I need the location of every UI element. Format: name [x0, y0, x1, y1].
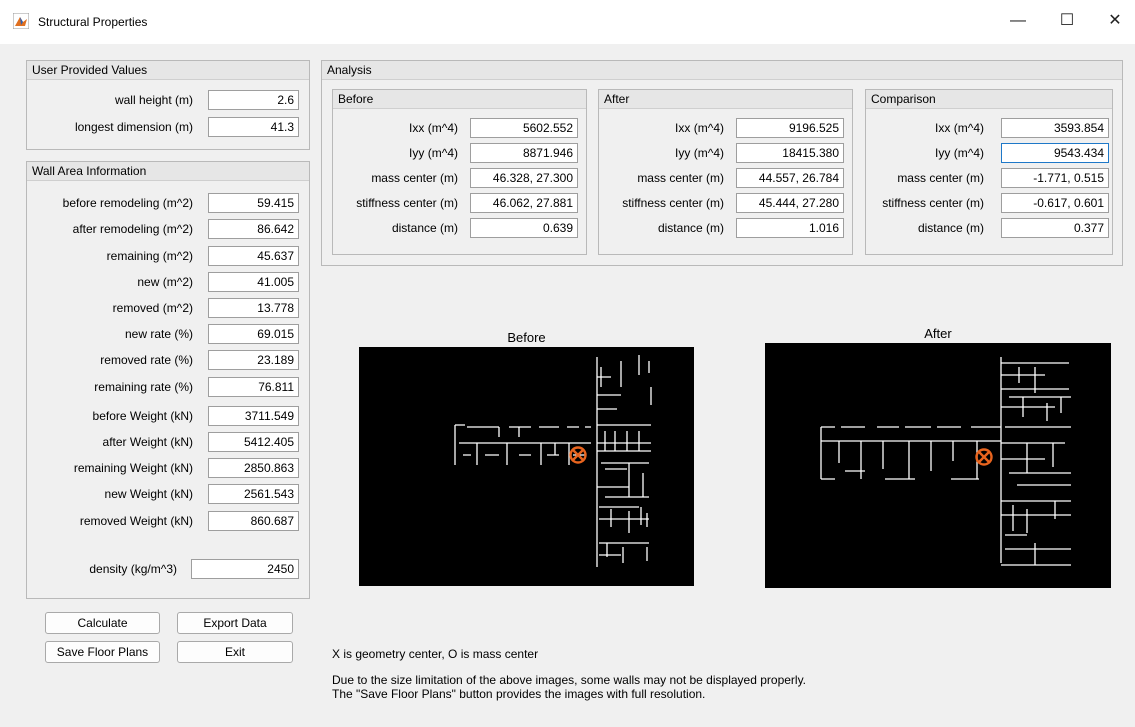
after-floor-plan [765, 343, 1111, 588]
wall-area-field[interactable]: 860.687 [208, 511, 299, 531]
title-bar: Structural Properties — ☐ ✕ [0, 0, 1135, 44]
wall-area-label: new Weight (kN) [104, 487, 193, 501]
iyy-field[interactable]: 9543.434 [1001, 143, 1109, 163]
wall-area-panel: Wall Area Information before remodeling … [26, 161, 310, 599]
longest-dimension-field[interactable]: 41.3 [208, 117, 299, 137]
mass-center-field[interactable]: 44.557, 26.784 [736, 168, 844, 188]
legend-note: X is geometry center, O is mass center [332, 647, 539, 661]
wall-area-label: new (m^2) [137, 275, 193, 289]
wall-area-label: removed (m^2) [112, 301, 193, 315]
stiffness-center-label: stiffness center (m) [356, 196, 458, 210]
wall-area-label: after Weight (kN) [102, 435, 193, 449]
density-label: density (kg/m^3) [89, 562, 177, 576]
analysis-panel: Analysis Before Ixx (m^4) 5602.552 Iyy (… [321, 60, 1123, 266]
ixx-label: Ixx (m^4) [675, 121, 724, 135]
ixx-field[interactable]: 9196.525 [736, 118, 844, 138]
iyy-field[interactable]: 18415.380 [736, 143, 844, 163]
wall-area-field[interactable]: 76.811 [208, 377, 299, 397]
iyy-label: Iyy (m^4) [409, 146, 458, 160]
resolution-note-line2: The "Save Floor Plans" button provides t… [332, 687, 706, 701]
ixx-field[interactable]: 5602.552 [470, 118, 578, 138]
before-plot-title: Before [507, 330, 546, 345]
panel-title: Wall Area Information [27, 162, 309, 181]
group-title: Before [333, 90, 586, 109]
longest-dimension-label: longest dimension (m) [74, 120, 193, 134]
wall-area-field[interactable]: 2850.863 [208, 458, 299, 478]
wall-area-label: removed Weight (kN) [79, 514, 193, 528]
group-title: Comparison [866, 90, 1112, 109]
before-floor-plan-drawing [454, 355, 652, 567]
wall-area-field[interactable]: 2561.543 [208, 484, 299, 504]
wall-area-field[interactable]: 13.778 [208, 298, 299, 318]
panel-title: Analysis [322, 61, 1122, 80]
center-marker [975, 448, 993, 466]
calculate-button[interactable]: Calculate [45, 612, 160, 634]
wall-area-label: before Weight (kN) [92, 409, 193, 423]
stiffness-center-label: stiffness center (m) [882, 196, 984, 210]
wall-area-label: removed rate (%) [100, 353, 193, 367]
stiffness-center-field[interactable]: 46.062, 27.881 [470, 193, 578, 213]
distance-label: distance (m) [391, 221, 458, 235]
mass-center-label: mass center (m) [637, 171, 724, 185]
matlab-app-icon [12, 12, 30, 30]
iyy-field[interactable]: 8871.946 [470, 143, 578, 163]
wall-area-field[interactable]: 41.005 [208, 272, 299, 292]
after-plot-title: After [924, 326, 952, 341]
panel-title: User Provided Values [27, 61, 309, 80]
stiffness-center-field[interactable]: -0.617, 0.601 [1001, 193, 1109, 213]
wall-area-label: new rate (%) [124, 327, 193, 341]
wall-area-field[interactable]: 45.637 [208, 246, 299, 266]
wall-area-field[interactable]: 69.015 [208, 324, 299, 344]
stiffness-center-field[interactable]: 45.444, 27.280 [736, 193, 844, 213]
exit-button[interactable]: Exit [177, 641, 293, 663]
wall-height-label: wall height (m) [114, 93, 193, 107]
ixx-label: Ixx (m^4) [935, 121, 984, 135]
wall-area-label: remaining (m^2) [106, 249, 193, 263]
analysis-comparison-group: Comparison Ixx (m^4) 3593.854 Iyy (m^4) … [865, 89, 1113, 255]
window-title: Structural Properties [38, 15, 148, 29]
distance-field[interactable]: 0.377 [1001, 218, 1109, 238]
wall-area-field[interactable]: 59.415 [208, 193, 299, 213]
wall-area-label: remaining rate (%) [94, 380, 193, 394]
ixx-field[interactable]: 3593.854 [1001, 118, 1109, 138]
wall-height-field[interactable]: 2.6 [208, 90, 299, 110]
resolution-note-line1: Due to the size limitation of the above … [332, 673, 807, 687]
wall-area-label: remaining Weight (kN) [73, 461, 193, 475]
analysis-before-group: Before Ixx (m^4) 5602.552 Iyy (m^4) 8871… [332, 89, 587, 255]
density-field[interactable]: 2450 [191, 559, 299, 579]
wall-area-field[interactable]: 23.189 [208, 350, 299, 370]
iyy-label: Iyy (m^4) [935, 146, 984, 160]
before-floor-plan [359, 347, 694, 586]
mass-center-field[interactable]: 46.328, 27.300 [470, 168, 578, 188]
maximize-button[interactable]: ☐ [1055, 10, 1079, 32]
analysis-after-group: After Ixx (m^4) 9196.525 Iyy (m^4) 18415… [598, 89, 853, 255]
iyy-label: Iyy (m^4) [675, 146, 724, 160]
distance-label: distance (m) [917, 221, 984, 235]
export-data-button[interactable]: Export Data [177, 612, 293, 634]
distance-label: distance (m) [657, 221, 724, 235]
wall-area-label: before remodeling (m^2) [62, 196, 193, 210]
ixx-label: Ixx (m^4) [409, 121, 458, 135]
wall-area-field[interactable]: 86.642 [208, 219, 299, 239]
mass-center-label: mass center (m) [371, 171, 458, 185]
wall-area-label: after remodeling (m^2) [72, 222, 193, 236]
wall-area-field[interactable]: 3711.549 [208, 406, 299, 426]
mass-center-label: mass center (m) [897, 171, 984, 185]
save-floor-plans-button[interactable]: Save Floor Plans [45, 641, 160, 663]
mass-center-field[interactable]: -1.771, 0.515 [1001, 168, 1109, 188]
close-button[interactable]: ✕ [1103, 10, 1127, 32]
minimize-button[interactable]: — [1006, 10, 1030, 32]
stiffness-center-label: stiffness center (m) [622, 196, 724, 210]
user-values-panel: User Provided Values wall height (m) 2.6… [26, 60, 310, 150]
group-title: After [599, 90, 852, 109]
distance-field[interactable]: 0.639 [470, 218, 578, 238]
wall-area-field[interactable]: 5412.405 [208, 432, 299, 452]
distance-field[interactable]: 1.016 [736, 218, 844, 238]
after-floor-plan-drawing [820, 357, 1071, 566]
